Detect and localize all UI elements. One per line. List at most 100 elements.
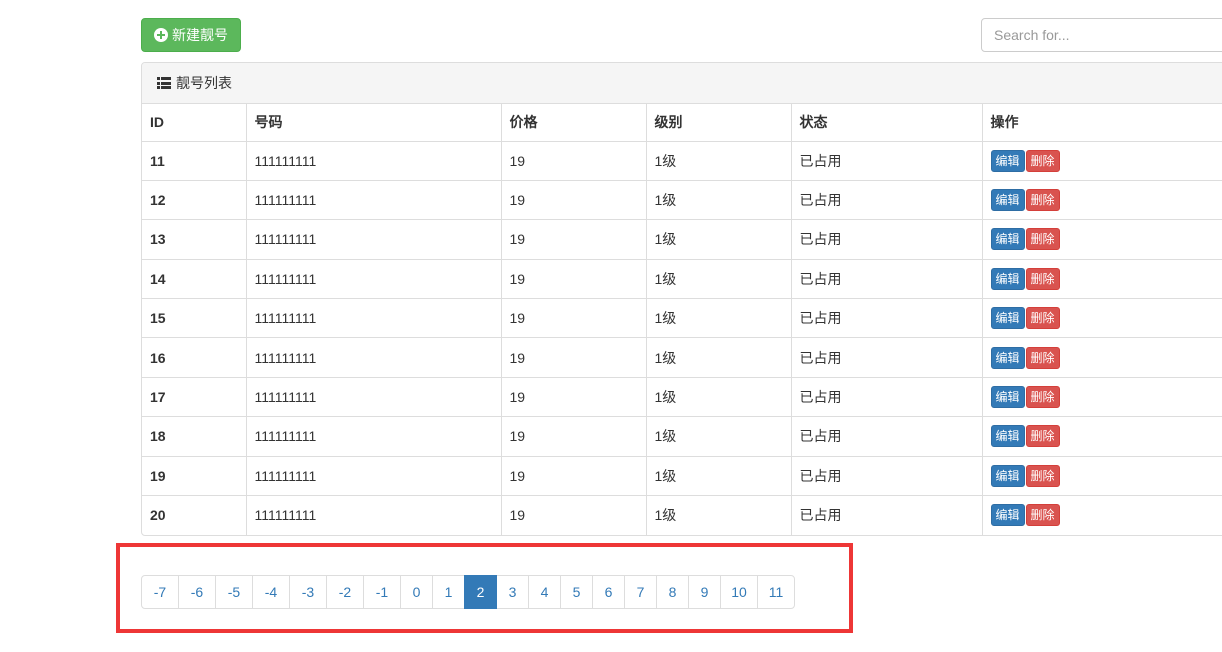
cell-price: 19 [501,416,647,457]
cell-number: 111111111 [246,455,502,496]
cell-number: 111111111 [246,337,502,378]
column-header-price: 价格 [501,104,647,142]
cell-price: 19 [501,141,647,181]
cell-level: 1级 [646,219,792,260]
cell-price: 19 [501,455,647,496]
cell-number: 111111111 [246,258,502,299]
page-link[interactable]: -3 [289,575,327,609]
cell-status: 已占用 [791,416,983,457]
table-row: 11 111111111 19 1级 已占用 编辑 删除 [142,141,1222,181]
cell-status: 已占用 [791,337,983,378]
edit-button[interactable]: 编辑 [990,307,1025,330]
cell-actions: 编辑 删除 [982,337,1222,378]
plus-circle-icon [154,28,168,42]
column-header-number: 号码 [246,104,502,142]
column-header-level: 级别 [646,104,792,142]
delete-button[interactable]: 删除 [1025,189,1060,212]
edit-button[interactable]: 编辑 [990,464,1025,487]
page-link[interactable]: -5 [215,575,253,609]
delete-button[interactable]: 删除 [1025,386,1060,409]
edit-button[interactable]: 编辑 [990,267,1025,290]
page-link[interactable]: 1 [432,575,465,609]
cell-level: 1级 [646,337,792,378]
page-link[interactable]: 0 [400,575,433,609]
cell-actions: 编辑 删除 [982,219,1222,260]
cell-level: 1级 [646,376,792,417]
cell-price: 19 [501,337,647,378]
cell-id: 13 [142,219,247,260]
delete-button[interactable]: 删除 [1025,307,1060,330]
delete-button[interactable]: 删除 [1025,504,1060,527]
cell-actions: 编辑 删除 [982,416,1222,457]
number-list-panel: 靓号列表 ID 号码 价格 级别 状态 操作 11 111111111 19 1级 已占… [141,62,1222,536]
cell-actions: 编辑 删除 [982,141,1222,180]
cell-id: 14 [142,258,247,299]
edit-button[interactable]: 编辑 [990,504,1025,527]
cell-actions: 编辑 删除 [982,298,1222,338]
page-link[interactable]: -6 [178,575,216,609]
cell-status: 已占用 [791,258,983,299]
cell-price: 19 [501,219,647,260]
edit-button[interactable]: 编辑 [990,228,1025,251]
table-row: 15 111111111 19 1级 已占用 编辑 删除 [142,298,1222,338]
cell-price: 19 [501,298,647,338]
delete-button[interactable]: 删除 [1025,346,1060,369]
page-link-active[interactable]: 2 [464,575,497,609]
cell-level: 1级 [646,298,792,338]
cell-id: 16 [142,337,247,378]
edit-button[interactable]: 编辑 [990,425,1025,448]
search-input[interactable] [981,18,1222,52]
page-link[interactable]: 7 [624,575,657,609]
table-row: 17 111111111 19 1级 已占用 编辑 删除 [142,376,1222,417]
page-link[interactable]: -2 [326,575,364,609]
cell-price: 19 [501,179,647,220]
edit-button[interactable]: 编辑 [990,149,1025,172]
delete-button[interactable]: 删除 [1025,149,1060,172]
page-link[interactable]: 11 [757,575,795,609]
page-link[interactable]: -1 [363,575,401,609]
page-link[interactable]: -4 [252,575,290,609]
cell-number: 111111111 [246,179,502,220]
cell-actions: 编辑 删除 [982,258,1222,299]
new-number-button[interactable]: 新建靓号 [141,18,241,52]
cell-status: 已占用 [791,298,983,338]
page-link[interactable]: -7 [141,575,179,609]
cell-number: 111111111 [246,219,502,260]
cell-level: 1级 [646,258,792,299]
page-link[interactable]: 10 [720,575,758,609]
cell-id: 20 [142,495,247,535]
cell-price: 19 [501,376,647,417]
delete-button[interactable]: 删除 [1025,228,1060,251]
page-link[interactable]: 5 [560,575,593,609]
cell-number: 111111111 [246,376,502,417]
cell-level: 1级 [646,416,792,457]
column-header-id: ID [142,104,247,142]
page-link[interactable]: 6 [592,575,625,609]
page-link[interactable]: 4 [528,575,561,609]
cell-level: 1级 [646,455,792,496]
delete-button[interactable]: 删除 [1025,464,1060,487]
delete-button[interactable]: 删除 [1025,425,1060,448]
cell-level: 1级 [646,495,792,535]
page-link[interactable]: 9 [688,575,721,609]
delete-button[interactable]: 删除 [1025,267,1060,290]
page-link[interactable]: 3 [496,575,529,609]
page-link[interactable]: 8 [656,575,689,609]
cell-number: 111111111 [246,416,502,457]
edit-button[interactable]: 编辑 [990,346,1025,369]
table-row: 19 111111111 19 1级 已占用 编辑 删除 [142,455,1222,496]
table-row: 13 111111111 19 1级 已占用 编辑 删除 [142,219,1222,260]
edit-button[interactable]: 编辑 [990,189,1025,212]
cell-price: 19 [501,258,647,299]
cell-status: 已占用 [791,219,983,260]
edit-button[interactable]: 编辑 [990,386,1025,409]
pagination: -7 -6 -5 -4 -3 -2 -1 0 1 2 3 4 5 6 7 8 9 10 11 [141,575,795,609]
cell-number: 111111111 [246,298,502,338]
table-row: 12 111111111 19 1级 已占用 编辑 删除 [142,179,1222,220]
new-number-button-label: 新建靓号 [172,27,228,43]
cell-level: 1级 [646,179,792,220]
cell-actions: 编辑 删除 [982,495,1222,535]
number-table: ID 号码 价格 级别 状态 操作 11 111111111 19 1级 已占用 编辑 删除… [142,104,1222,535]
cell-id: 15 [142,298,247,338]
column-header-actions: 操作 [982,104,1222,142]
